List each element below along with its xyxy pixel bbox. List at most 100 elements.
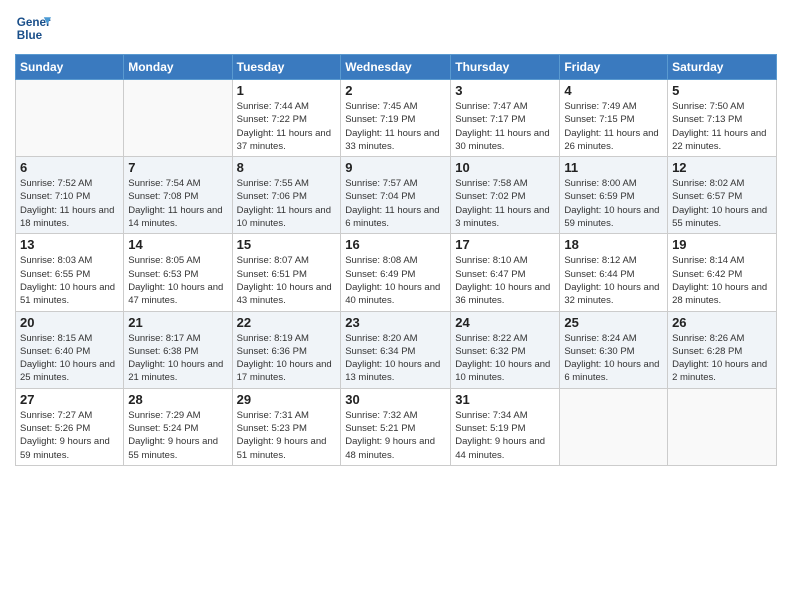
day-info: Sunrise: 8:15 AM Sunset: 6:40 PM Dayligh… [20, 332, 119, 385]
day-info: Sunrise: 7:57 AM Sunset: 7:04 PM Dayligh… [345, 177, 446, 230]
day-number: 25 [564, 315, 663, 330]
day-info: Sunrise: 7:44 AM Sunset: 7:22 PM Dayligh… [237, 100, 337, 153]
day-number: 5 [672, 83, 772, 98]
calendar-cell: 10 Sunrise: 7:58 AM Sunset: 7:02 PM Dayli… [451, 157, 560, 234]
day-number: 20 [20, 315, 119, 330]
calendar-cell: 25 Sunrise: 8:24 AM Sunset: 6:30 PM Dayli… [560, 311, 668, 388]
calendar-cell: 3 Sunrise: 7:47 AM Sunset: 7:17 PM Daylig… [451, 80, 560, 157]
svg-text:Blue: Blue [17, 29, 43, 42]
day-info: Sunrise: 7:52 AM Sunset: 7:10 PM Dayligh… [20, 177, 119, 230]
day-info: Sunrise: 8:10 AM Sunset: 6:47 PM Dayligh… [455, 254, 555, 307]
calendar-cell: 18 Sunrise: 8:12 AM Sunset: 6:44 PM Dayli… [560, 234, 668, 311]
day-info: Sunrise: 7:58 AM Sunset: 7:02 PM Dayligh… [455, 177, 555, 230]
logo: General Blue [15, 10, 51, 46]
day-info: Sunrise: 7:32 AM Sunset: 5:21 PM Dayligh… [345, 409, 446, 462]
calendar-cell: 14 Sunrise: 8:05 AM Sunset: 6:53 PM Dayli… [124, 234, 232, 311]
calendar-cell: 17 Sunrise: 8:10 AM Sunset: 6:47 PM Dayli… [451, 234, 560, 311]
calendar-cell: 5Sunrise: 7:50 AM Sunset: 7:13 PM Daylig… [668, 80, 777, 157]
weekday-header-thursday: Thursday [451, 55, 560, 80]
calendar-cell: 31 Sunrise: 7:34 AM Sunset: 5:19 PM Dayli… [451, 388, 560, 465]
logo-icon: General Blue [15, 10, 51, 46]
calendar-cell [124, 80, 232, 157]
calendar-week-row: 6 Sunrise: 7:52 AM Sunset: 7:10 PM Daylig… [16, 157, 777, 234]
calendar-cell: 20 Sunrise: 8:15 AM Sunset: 6:40 PM Dayli… [16, 311, 124, 388]
day-info: Sunrise: 8:20 AM Sunset: 6:34 PM Dayligh… [345, 332, 446, 385]
day-number: 29 [237, 392, 337, 407]
day-info: Sunrise: 7:49 AM Sunset: 7:15 PM Dayligh… [564, 100, 663, 153]
calendar-cell: 12Sunrise: 8:02 AM Sunset: 6:57 PM Dayli… [668, 157, 777, 234]
day-number: 19 [672, 237, 772, 252]
day-number: 15 [237, 237, 337, 252]
day-number: 7 [128, 160, 227, 175]
calendar-cell: 28Sunrise: 7:29 AM Sunset: 5:24 PM Dayli… [124, 388, 232, 465]
day-number: 14 [128, 237, 227, 252]
calendar-cell: 4Sunrise: 7:49 AM Sunset: 7:15 PM Daylig… [560, 80, 668, 157]
calendar-cell: 22Sunrise: 8:19 AM Sunset: 6:36 PM Dayli… [232, 311, 341, 388]
weekday-header-tuesday: Tuesday [232, 55, 341, 80]
day-number: 30 [345, 392, 446, 407]
day-info: Sunrise: 8:00 AM Sunset: 6:59 PM Dayligh… [564, 177, 663, 230]
calendar-cell: 19 Sunrise: 8:14 AM Sunset: 6:42 PM Dayli… [668, 234, 777, 311]
calendar-cell: 29Sunrise: 7:31 AM Sunset: 5:23 PM Dayli… [232, 388, 341, 465]
day-number: 9 [345, 160, 446, 175]
day-info: Sunrise: 7:29 AM Sunset: 5:24 PM Dayligh… [128, 409, 227, 462]
day-number: 31 [455, 392, 555, 407]
day-number: 23 [345, 315, 446, 330]
calendar-week-row: 1 Sunrise: 7:44 AM Sunset: 7:22 PM Daylig… [16, 80, 777, 157]
calendar-cell: 9 Sunrise: 7:57 AM Sunset: 7:04 PM Daylig… [341, 157, 451, 234]
day-number: 24 [455, 315, 555, 330]
day-number: 3 [455, 83, 555, 98]
day-number: 16 [345, 237, 446, 252]
day-info: Sunrise: 8:17 AM Sunset: 6:38 PM Dayligh… [128, 332, 227, 385]
weekday-header-wednesday: Wednesday [341, 55, 451, 80]
day-number: 17 [455, 237, 555, 252]
day-number: 6 [20, 160, 119, 175]
calendar-cell [16, 80, 124, 157]
calendar-cell: 7 Sunrise: 7:54 AM Sunset: 7:08 PM Daylig… [124, 157, 232, 234]
calendar-cell: 11 Sunrise: 8:00 AM Sunset: 6:59 PM Dayli… [560, 157, 668, 234]
day-number: 11 [564, 160, 663, 175]
day-info: Sunrise: 7:34 AM Sunset: 5:19 PM Dayligh… [455, 409, 555, 462]
calendar-cell [560, 388, 668, 465]
day-number: 13 [20, 237, 119, 252]
weekday-header-friday: Friday [560, 55, 668, 80]
day-info: Sunrise: 8:24 AM Sunset: 6:30 PM Dayligh… [564, 332, 663, 385]
day-number: 2 [345, 83, 446, 98]
calendar-table: SundayMondayTuesdayWednesdayThursdayFrid… [15, 54, 777, 466]
day-number: 18 [564, 237, 663, 252]
day-info: Sunrise: 8:08 AM Sunset: 6:49 PM Dayligh… [345, 254, 446, 307]
day-info: Sunrise: 8:22 AM Sunset: 6:32 PM Dayligh… [455, 332, 555, 385]
day-info: Sunrise: 8:19 AM Sunset: 6:36 PM Dayligh… [237, 332, 337, 385]
calendar-cell [668, 388, 777, 465]
day-info: Sunrise: 7:54 AM Sunset: 7:08 PM Dayligh… [128, 177, 227, 230]
day-info: Sunrise: 8:14 AM Sunset: 6:42 PM Dayligh… [672, 254, 772, 307]
weekday-header-monday: Monday [124, 55, 232, 80]
day-number: 10 [455, 160, 555, 175]
day-number: 8 [237, 160, 337, 175]
calendar-cell: 6 Sunrise: 7:52 AM Sunset: 7:10 PM Daylig… [16, 157, 124, 234]
day-number: 1 [237, 83, 337, 98]
day-info: Sunrise: 8:12 AM Sunset: 6:44 PM Dayligh… [564, 254, 663, 307]
day-number: 27 [20, 392, 119, 407]
day-info: Sunrise: 7:27 AM Sunset: 5:26 PM Dayligh… [20, 409, 119, 462]
calendar-cell: 15 Sunrise: 8:07 AM Sunset: 6:51 PM Dayli… [232, 234, 341, 311]
day-number: 21 [128, 315, 227, 330]
calendar-cell: 27 Sunrise: 7:27 AM Sunset: 5:26 PM Dayli… [16, 388, 124, 465]
calendar-cell: 30 Sunrise: 7:32 AM Sunset: 5:21 PM Dayli… [341, 388, 451, 465]
calendar-cell: 24 Sunrise: 8:22 AM Sunset: 6:32 PM Dayli… [451, 311, 560, 388]
day-info: Sunrise: 8:03 AM Sunset: 6:55 PM Dayligh… [20, 254, 119, 307]
day-info: Sunrise: 8:07 AM Sunset: 6:51 PM Dayligh… [237, 254, 337, 307]
calendar-cell: 8Sunrise: 7:55 AM Sunset: 7:06 PM Daylig… [232, 157, 341, 234]
calendar-cell: 26Sunrise: 8:26 AM Sunset: 6:28 PM Dayli… [668, 311, 777, 388]
day-info: Sunrise: 7:47 AM Sunset: 7:17 PM Dayligh… [455, 100, 555, 153]
calendar-week-row: 13 Sunrise: 8:03 AM Sunset: 6:55 PM Dayli… [16, 234, 777, 311]
day-info: Sunrise: 8:02 AM Sunset: 6:57 PM Dayligh… [672, 177, 772, 230]
day-info: Sunrise: 8:05 AM Sunset: 6:53 PM Dayligh… [128, 254, 227, 307]
calendar-cell: 13 Sunrise: 8:03 AM Sunset: 6:55 PM Dayli… [16, 234, 124, 311]
calendar-cell: 1 Sunrise: 7:44 AM Sunset: 7:22 PM Daylig… [232, 80, 341, 157]
day-info: Sunrise: 7:45 AM Sunset: 7:19 PM Dayligh… [345, 100, 446, 153]
calendar-cell: 21 Sunrise: 8:17 AM Sunset: 6:38 PM Dayli… [124, 311, 232, 388]
calendar-cell: 16 Sunrise: 8:08 AM Sunset: 6:49 PM Dayli… [341, 234, 451, 311]
day-info: Sunrise: 8:26 AM Sunset: 6:28 PM Dayligh… [672, 332, 772, 385]
calendar-cell: 2 Sunrise: 7:45 AM Sunset: 7:19 PM Daylig… [341, 80, 451, 157]
